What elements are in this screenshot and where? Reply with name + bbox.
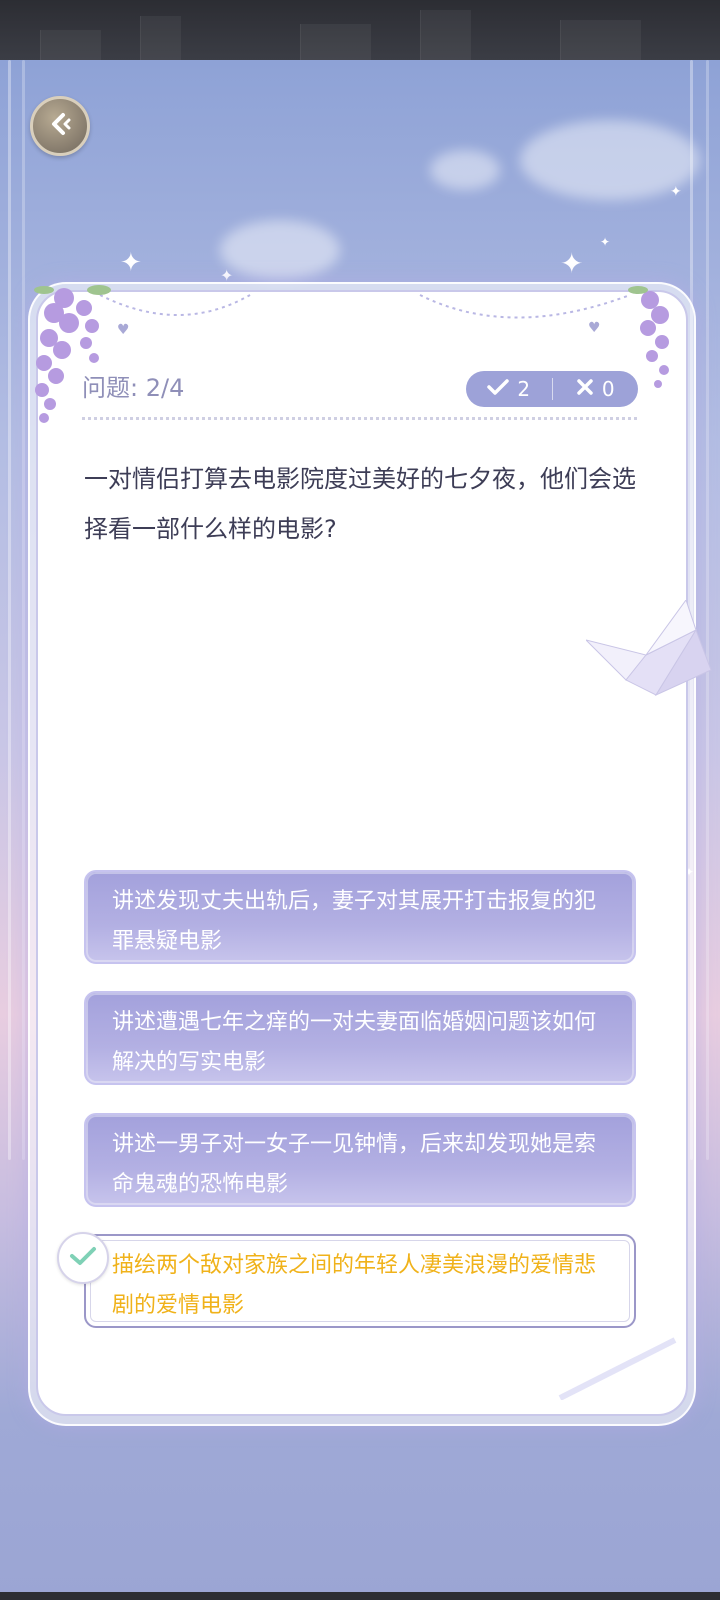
bottom-bar [0, 1592, 720, 1600]
heart-icon: ♥ [588, 320, 601, 336]
answer-option-label: 讲述一男子对一女子一见钟情，后来却发现她是索命鬼魂的恐怖电影 [112, 1132, 597, 1197]
curtain-line [8, 60, 11, 1160]
garland-decoration [99, 294, 631, 319]
answer-option-label: 讲述发现丈夫出轨后，妻子对其展开打击报复的犯罪悬疑电影 [112, 889, 597, 954]
back-arrow-icon [45, 109, 75, 143]
answer-option-1[interactable]: 讲述发现丈夫出轨后，妻子对其展开打击报复的犯罪悬疑电影 [84, 870, 636, 964]
check-icon [69, 1245, 97, 1271]
answer-option-4[interactable]: 描绘两个敌对家族之间的年轻人凄美浪漫的爱情悲剧的爱情电影 [84, 1234, 636, 1328]
correct-answer-badge [57, 1232, 109, 1284]
question-counter: 问题: 2/4 [82, 374, 185, 402]
divider [82, 417, 637, 420]
cloud [430, 150, 500, 190]
answer-option-2[interactable]: 讲述遭遇七年之痒的一对夫妻面临婚姻问题该如何解决的写实电影 [84, 991, 636, 1085]
check-icon [487, 377, 510, 401]
question-text: 一对情侣打算去电影院度过美好的七夕夜，他们会选择看一部什么样的电影? [84, 465, 636, 543]
answer-option-label: 描绘两个敌对家族之间的年轻人凄美浪漫的爱情悲剧的爱情电影 [112, 1253, 597, 1318]
sparkle-icon: ✦ [560, 247, 584, 280]
wisteria-flower-icon [628, 286, 669, 388]
wrong-count: 0 [553, 377, 639, 401]
status-bar [0, 0, 720, 60]
score-pill: 2 0 [466, 371, 638, 407]
paper-crane-icon [586, 600, 712, 697]
sparkle-icon: ✦ [600, 235, 611, 249]
answer-option-label: 讲述遭遇七年之痒的一对夫妻面临婚姻问题该如何解决的写实电影 [112, 1010, 597, 1075]
curtain-line [22, 60, 25, 1160]
answer-option-3[interactable]: 讲述一男子对一女子一见钟情，后来却发现她是索命鬼魂的恐怖电影 [84, 1113, 636, 1207]
back-button[interactable] [30, 96, 90, 156]
correct-count-value: 2 [517, 377, 531, 401]
cross-icon [576, 377, 594, 401]
correct-count: 2 [466, 377, 552, 401]
wrong-count-value: 0 [601, 377, 615, 401]
cloud [220, 220, 340, 280]
sparkle-icon: ✦ [120, 248, 142, 278]
sparkle-icon: ✦ [670, 184, 682, 200]
